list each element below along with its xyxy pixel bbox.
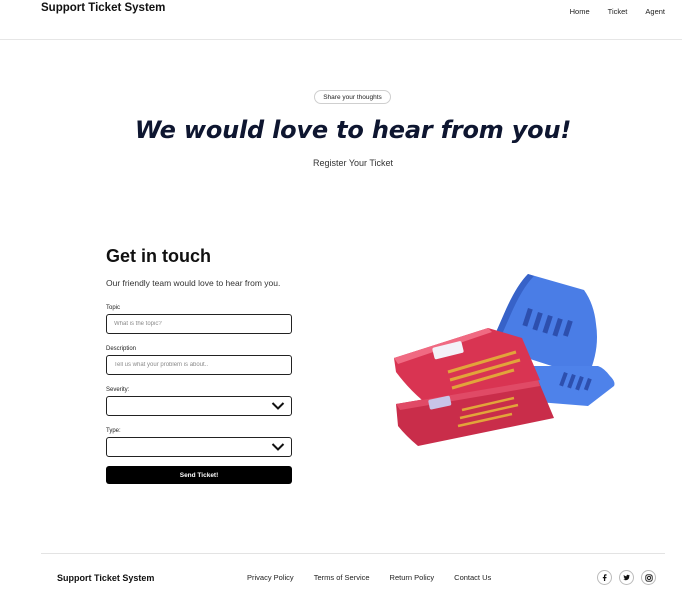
type-select[interactable] — [106, 437, 292, 457]
send-ticket-button[interactable]: Send Ticket! — [106, 466, 292, 484]
chevron-down-icon — [271, 443, 285, 451]
instagram-icon[interactable] — [641, 570, 656, 585]
severity-select[interactable] — [106, 396, 292, 416]
nav-home-link[interactable]: Home — [570, 7, 590, 16]
nav-agent-link[interactable]: Agent — [645, 7, 665, 16]
topic-label: Topic — [106, 305, 121, 311]
hero-title: We would love to hear from you! — [134, 116, 572, 144]
brand-logo-text[interactable]: Support Ticket System — [41, 2, 165, 14]
severity-label: Severity: — [106, 387, 130, 393]
return-policy-link[interactable]: Return Policy — [390, 573, 435, 582]
share-thoughts-badge: Share your thoughts — [314, 90, 391, 104]
top-navbar: Support Ticket System Home Ticket Agent — [0, 0, 682, 40]
tickets-icon — [394, 274, 615, 446]
twitter-icon[interactable] — [619, 570, 634, 585]
social-links — [597, 570, 656, 585]
hero-subtitle: Register Your Ticket — [312, 158, 394, 168]
severity-field-group: Severity: — [106, 387, 292, 416]
facebook-icon[interactable] — [597, 570, 612, 585]
topic-input[interactable] — [106, 314, 292, 334]
type-label: Type: — [106, 428, 121, 434]
topic-field-group: Topic — [106, 305, 292, 334]
privacy-policy-link[interactable]: Privacy Policy — [247, 573, 294, 582]
chevron-down-icon — [271, 402, 285, 410]
footer-divider — [41, 553, 665, 554]
type-field-group: Type: — [106, 428, 292, 457]
form-lead-text: Our friendly team would love to hear fro… — [106, 278, 281, 288]
nav-ticket-link[interactable]: Ticket — [608, 7, 628, 16]
ticket-form: Get in touch Our friendly team would lov… — [106, 246, 292, 484]
contact-us-link[interactable]: Contact Us — [454, 573, 491, 582]
footer-links: Privacy Policy Terms of Service Return P… — [247, 573, 491, 582]
footer-brand: Support Ticket System — [57, 573, 155, 583]
form-heading: Get in touch — [106, 246, 211, 266]
description-input[interactable] — [106, 355, 292, 375]
main-nav: Home Ticket Agent — [570, 7, 665, 16]
terms-of-service-link[interactable]: Terms of Service — [314, 573, 370, 582]
description-label: Description — [106, 346, 137, 352]
description-field-group: Description — [106, 346, 292, 375]
